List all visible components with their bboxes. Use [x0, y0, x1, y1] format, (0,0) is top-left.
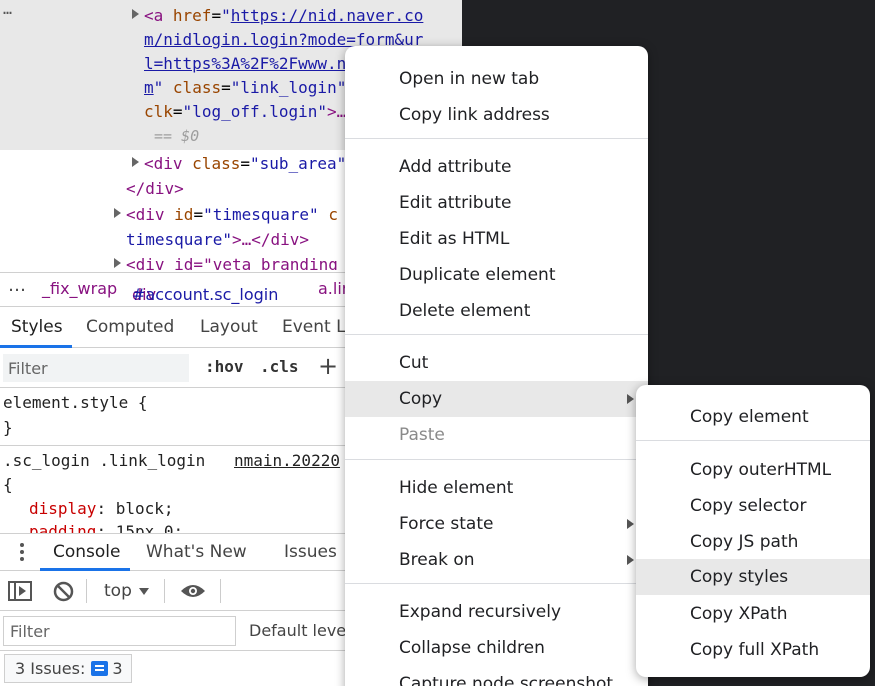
submenu-arrow-icon [627, 519, 634, 529]
element-style-selector[interactable]: element.style { [3, 390, 148, 416]
submenu-item-copy-js-path[interactable]: Copy JS path [636, 524, 870, 560]
toolbar-divider [86, 579, 87, 603]
menu-divider [345, 138, 648, 139]
menu-item-add-attribute[interactable]: Add attribute [345, 149, 648, 185]
expand-triangle-icon[interactable] [132, 9, 139, 19]
menu-item-delete-element[interactable]: Delete element [345, 293, 648, 329]
class-attr-line: m" class="link_login" [144, 78, 347, 97]
css-declaration[interactable]: padding: 15px 0; [29, 519, 183, 533]
submenu-item-copy-styles[interactable]: Copy styles [636, 559, 870, 595]
menu-divider [345, 583, 648, 584]
copy-submenu: Copy element Copy outerHTML Copy selecto… [636, 385, 870, 677]
menu-item-collapse-children[interactable]: Collapse children [345, 630, 648, 666]
submenu-arrow-icon [627, 394, 634, 404]
submenu-item-copy-outerhtml[interactable]: Copy outerHTML [636, 452, 870, 488]
tab-issues[interactable]: Issues [284, 542, 337, 562]
clk-attr-line: clk="log_off.login">… [144, 102, 347, 121]
submenu-arrow-icon [627, 555, 634, 565]
console-filter-input[interactable] [3, 616, 236, 646]
chevron-down-icon[interactable] [139, 588, 149, 595]
log-levels-dropdown[interactable]: Default level [249, 621, 351, 640]
tab-console[interactable]: Console [53, 542, 121, 562]
menu-item-cut[interactable]: Cut [345, 345, 648, 381]
expand-triangle-icon[interactable] [114, 208, 121, 218]
menu-item-expand-recursively[interactable]: Expand recursively [345, 594, 648, 630]
div-close-tag[interactable]: </div> [126, 177, 184, 201]
tab-whats-new[interactable]: What's New [146, 542, 247, 562]
menu-item-copy-link-address[interactable]: Copy link address [345, 97, 648, 133]
menu-divider [345, 334, 648, 335]
tab-computed[interactable]: Computed [86, 317, 174, 337]
class-toggle-button[interactable]: .cls [260, 357, 299, 376]
menu-item-edit-attribute[interactable]: Edit attribute [345, 185, 648, 221]
menu-item-open-in-new-tab[interactable]: Open in new tab [345, 61, 648, 97]
menu-item-force-state[interactable]: Force state [345, 506, 648, 542]
timesquare-continuation: timesquare">…</div> [126, 230, 310, 249]
new-style-rule-button[interactable]: + [318, 352, 338, 380]
veta-node-line[interactable]: <div id="veta_branding [114, 253, 338, 270]
issues-button[interactable]: 3 Issues: 3 [4, 654, 132, 683]
element-style-close: } [3, 418, 13, 437]
breadcrumb-item[interactable]: _fix_wrap [42, 279, 117, 298]
submenu-item-copy-element[interactable]: Copy element [636, 399, 870, 435]
tab-layout[interactable]: Layout [200, 317, 258, 337]
rule-source-link[interactable]: nmain.20220 [234, 448, 340, 474]
menu-item-hide-element[interactable]: Hide element [345, 470, 648, 506]
menu-item-capture-node-screenshot[interactable]: Capture node screenshot [345, 666, 648, 686]
menu-item-copy[interactable]: Copy [345, 381, 648, 417]
menu-divider [636, 440, 870, 441]
dollar-zero-indicator: == $0 [154, 127, 200, 145]
expand-triangle-icon[interactable] [114, 258, 121, 268]
toolbar-divider [164, 579, 165, 603]
issue-message-icon [91, 661, 109, 676]
live-expression-eye-icon[interactable] [180, 583, 206, 599]
menu-item-break-on[interactable]: Break on [345, 542, 648, 578]
menu-item-edit-as-html[interactable]: Edit as HTML [345, 221, 648, 257]
clear-console-icon[interactable] [53, 581, 74, 602]
sidebar-toggle-icon[interactable] [8, 581, 32, 601]
styles-filter-input[interactable] [3, 354, 189, 382]
submenu-item-copy-xpath[interactable]: Copy XPath [636, 596, 870, 632]
element-context-menu: Open in new tab Copy link address Add at… [345, 46, 648, 686]
context-selector[interactable]: top [104, 581, 132, 601]
anchor-node-line[interactable]: <a href="https://nid.naver.co [132, 4, 423, 28]
sub-area-node-line[interactable]: <div class="sub_area" [132, 152, 346, 176]
menu-item-paste: Paste [399, 425, 445, 445]
rule-selector[interactable]: .sc_login .link_login [3, 448, 205, 474]
node-actions-ellipsis[interactable]: … [3, 0, 13, 21]
submenu-item-copy-selector[interactable]: Copy selector [636, 488, 870, 524]
more-tools-kebab-icon[interactable] [14, 542, 30, 562]
tab-styles[interactable]: Styles [11, 317, 63, 337]
rule-open-brace: { [3, 475, 13, 494]
menu-divider [345, 459, 648, 460]
toolbar-divider [220, 579, 221, 603]
href-continuation: l=https%3A%2F%2Fwww.n [144, 54, 347, 73]
href-link[interactable]: https://nid.naver.co [231, 6, 424, 25]
expand-triangle-icon[interactable] [132, 157, 139, 167]
submenu-item-copy-full-xpath[interactable]: Copy full XPath [636, 632, 870, 668]
timesquare-node-line[interactable]: <div id="timesquare" c [114, 203, 338, 227]
breadcrumb-ellipsis[interactable]: … [8, 275, 27, 296]
hover-state-button[interactable]: :hov [205, 357, 244, 376]
menu-item-duplicate-element[interactable]: Duplicate element [345, 257, 648, 293]
